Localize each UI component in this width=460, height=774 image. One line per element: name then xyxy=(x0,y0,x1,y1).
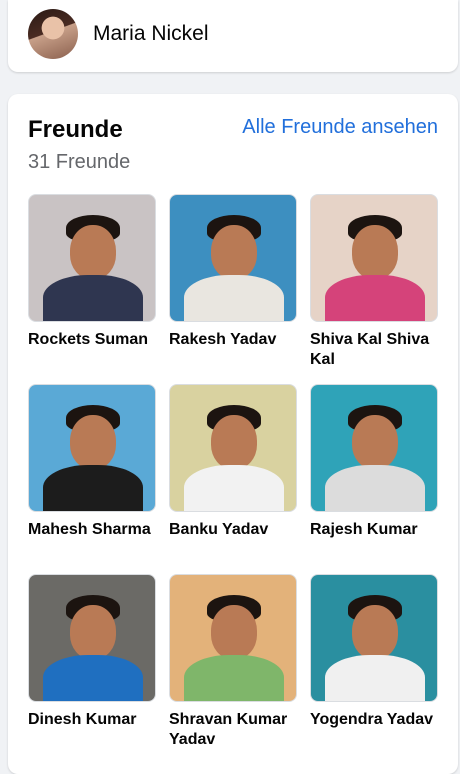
friends-section: Freunde Alle Freunde ansehen 31 Freunde … xyxy=(8,94,458,774)
friend-name[interactable]: Mahesh Sharma xyxy=(28,520,156,540)
friend-name[interactable]: Shiva Kal Shiva Kal xyxy=(310,330,438,370)
friend-photo[interactable] xyxy=(169,194,297,322)
friends-title: Freunde xyxy=(28,116,123,143)
friend-name[interactable]: Rockets Suman xyxy=(28,330,156,350)
friend-photo[interactable] xyxy=(169,384,297,512)
friend-tile[interactable]: Banku Yadav xyxy=(169,384,297,540)
friend-tile[interactable]: Rockets Suman xyxy=(28,194,156,350)
friend-tile[interactable]: Mahesh Sharma xyxy=(28,384,156,540)
friend-photo[interactable] xyxy=(28,574,156,702)
friend-name[interactable]: Banku Yadav xyxy=(169,520,297,540)
profile-name[interactable]: Maria Nickel xyxy=(93,22,209,46)
friend-name[interactable]: Shravan Kumar Yadav xyxy=(169,710,297,750)
friend-photo[interactable] xyxy=(310,574,438,702)
friend-name[interactable]: Rajesh Kumar xyxy=(310,520,438,540)
friends-count: 31 Freunde xyxy=(28,151,131,173)
friend-tile[interactable]: Dinesh Kumar xyxy=(28,574,156,730)
friend-photo[interactable] xyxy=(310,384,438,512)
friend-name[interactable]: Dinesh Kumar xyxy=(28,710,156,730)
profile-header-card: Maria Nickel xyxy=(8,0,458,72)
friend-photo[interactable] xyxy=(310,194,438,322)
friend-tile[interactable]: Yogendra Yadav xyxy=(310,574,438,730)
see-all-friends-link[interactable]: Alle Freunde ansehen xyxy=(242,116,438,139)
friend-photo[interactable] xyxy=(169,574,297,702)
friend-name[interactable]: Rakesh Yadav xyxy=(169,330,297,350)
friend-photo[interactable] xyxy=(28,384,156,512)
friend-tile[interactable]: Shiva Kal Shiva Kal xyxy=(310,194,438,370)
friend-tile[interactable]: Rakesh Yadav xyxy=(169,194,297,350)
friend-name[interactable]: Yogendra Yadav xyxy=(310,710,438,730)
friend-tile[interactable]: Rajesh Kumar xyxy=(310,384,438,540)
friend-tile[interactable]: Shravan Kumar Yadav xyxy=(169,574,297,750)
friend-photo[interactable] xyxy=(28,194,156,322)
avatar[interactable] xyxy=(28,9,78,59)
